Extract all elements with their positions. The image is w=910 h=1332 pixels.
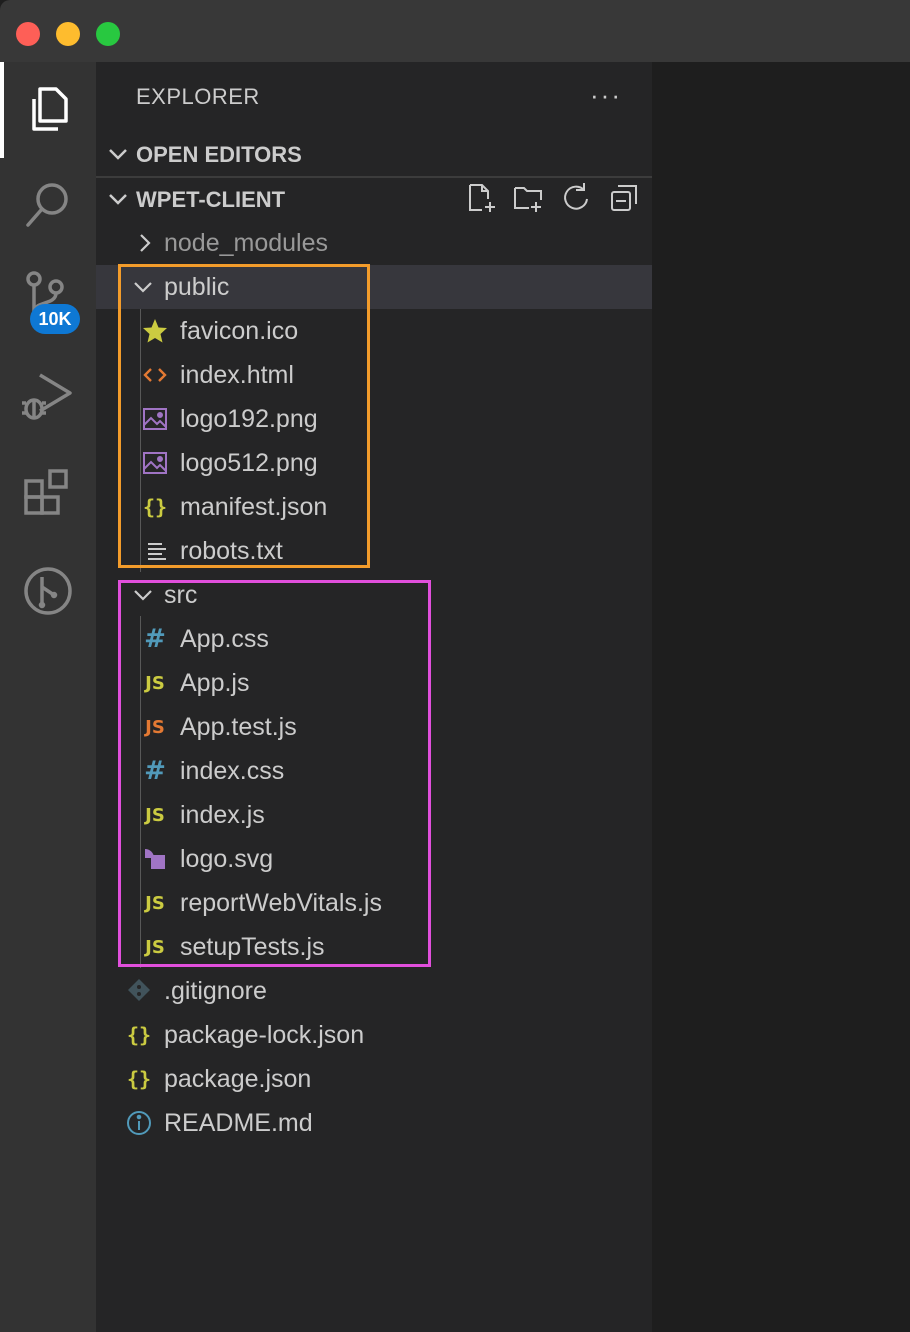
tree-file[interactable]: README.md [96, 1101, 652, 1145]
project-label: WPET-CLIENT [136, 187, 286, 212]
run-debug-icon [22, 373, 72, 420]
extensions-icon [24, 469, 68, 515]
title-bar [0, 0, 910, 62]
chevron-right-icon [140, 234, 151, 252]
new-file-icon[interactable] [466, 182, 498, 214]
tree-item-label: README.md [164, 1109, 313, 1137]
search-icon [26, 183, 68, 227]
git-graph-activity[interactable] [0, 546, 96, 636]
search-activity[interactable] [0, 160, 96, 250]
open-editors-label: OPEN EDITORS [136, 142, 302, 167]
files-icon [32, 87, 68, 131]
public-highlight-box [118, 264, 370, 568]
tree-file[interactable]: {} package.json [96, 1057, 652, 1101]
zoom-window-button[interactable] [96, 22, 120, 46]
tree-item-label: package.json [164, 1065, 312, 1093]
json-icon: {} [126, 1023, 152, 1047]
explorer-activity[interactable] [0, 64, 96, 154]
tree-item-label: .gitignore [164, 977, 267, 1005]
chevron-down-icon [109, 194, 127, 205]
minimize-window-button[interactable] [56, 22, 80, 46]
collapse-all-icon[interactable] [608, 182, 640, 214]
refresh-icon[interactable] [560, 182, 592, 214]
source-control-badge: 10K [30, 304, 80, 334]
git-graph-icon [24, 567, 72, 615]
tree-item-label: package-lock.json [164, 1021, 365, 1049]
explorer-title: EXPLORER [136, 84, 260, 109]
open-editors-section[interactable]: OPEN EDITORS [96, 132, 652, 176]
close-window-button[interactable] [16, 22, 40, 46]
git-icon [128, 979, 150, 1001]
extensions-activity[interactable] [0, 448, 96, 538]
tree-file[interactable]: .gitignore [96, 969, 652, 1013]
editor-area [652, 62, 910, 1332]
json-icon: {} [126, 1067, 152, 1091]
src-highlight-box [118, 580, 431, 967]
info-icon [127, 1111, 151, 1135]
more-actions-button[interactable]: ··· [590, 80, 622, 111]
new-folder-icon[interactable] [512, 182, 544, 214]
tree-item-label: node_modules [164, 229, 329, 257]
tree-file[interactable]: {} package-lock.json [96, 1013, 652, 1057]
tree-folder-node-modules[interactable]: node_modules [96, 221, 652, 265]
run-debug-activity[interactable] [0, 350, 96, 440]
chevron-down-icon [109, 149, 127, 160]
